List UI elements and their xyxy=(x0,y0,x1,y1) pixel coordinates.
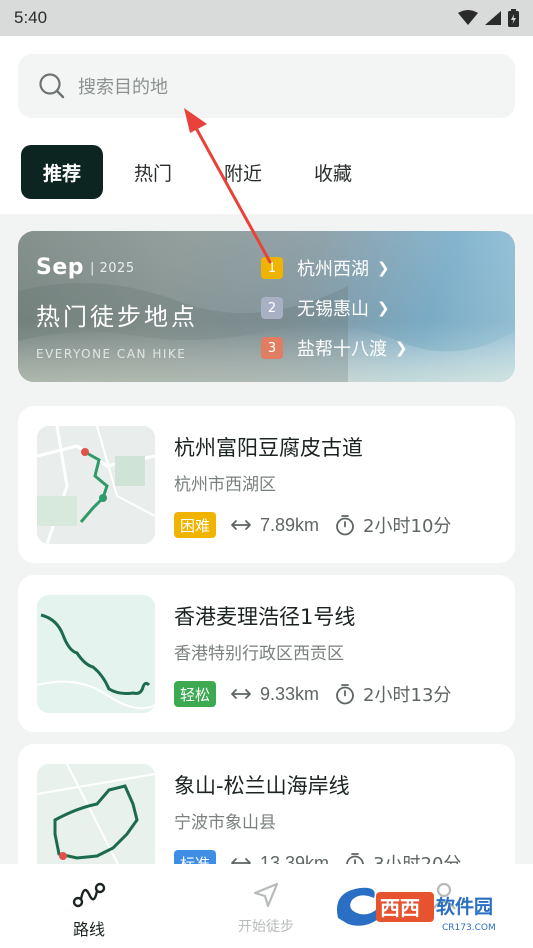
chevron-right-icon: ❯ xyxy=(377,259,390,277)
route-icon xyxy=(72,880,106,910)
ranking-name: 盐帮十八渡 xyxy=(297,339,387,360)
route-card[interactable]: 杭州富阳豆腐皮古道 杭州市西湖区 困难 7.89km 2小时10分 xyxy=(18,406,515,563)
route-card[interactable]: 香港麦理浩径1号线 香港特别行政区西贡区 轻松 9.33km 2小时13分 xyxy=(18,575,515,732)
svg-text:软件园: 软件园 xyxy=(436,895,493,918)
nav-item-routes[interactable]: 路线 xyxy=(34,864,144,948)
route-meta: 轻松 9.33km 2小时13分 xyxy=(174,681,451,707)
route-distance-value: 7.89km xyxy=(260,514,320,535)
cell-signal-icon xyxy=(485,11,501,25)
stopwatch-icon xyxy=(336,515,354,536)
category-tabs: 推荐 热门 附近 收藏 xyxy=(21,145,383,199)
svg-text:CR173.COM: CR173.COM xyxy=(442,923,496,933)
route-map-thumbnail xyxy=(37,595,155,713)
status-time: 5:40 xyxy=(14,8,48,27)
tab-nearby[interactable]: 附近 xyxy=(203,145,283,199)
route-duration: 2小时10分 xyxy=(335,512,451,538)
chevron-right-icon: ❯ xyxy=(395,339,408,357)
stopwatch-icon xyxy=(336,684,354,705)
nav-label: 开始徒步 xyxy=(238,919,294,935)
battery-icon xyxy=(508,9,519,27)
banner-year: | 2025 xyxy=(90,261,135,276)
banner-slogan: EVERYONE CAN HIKE xyxy=(36,347,187,361)
ranking-name: 无锡惠山 xyxy=(297,299,369,320)
tab-favorites[interactable]: 收藏 xyxy=(283,145,383,199)
route-title: 香港麦理浩径1号线 xyxy=(174,605,356,629)
tab-recommended[interactable]: 推荐 xyxy=(21,145,103,199)
rank-badge: 2 xyxy=(261,297,283,319)
rank-badge: 3 xyxy=(261,337,283,359)
search-input[interactable]: 搜索目的地 xyxy=(18,54,515,118)
status-bar: 5:40 xyxy=(0,0,533,36)
route-distance-value: 9.33km xyxy=(260,683,320,704)
svg-text:西西: 西西 xyxy=(380,896,420,920)
route-distance: 7.89km xyxy=(230,515,319,536)
search-icon xyxy=(39,73,65,99)
route-duration-value: 2小时13分 xyxy=(363,685,452,706)
banner-title: 热门徒步地点 xyxy=(36,303,198,331)
route-distance: 9.33km xyxy=(230,684,319,705)
route-duration-value: 2小时10分 xyxy=(363,516,452,537)
route-title: 杭州富阳豆腐皮古道 xyxy=(174,436,363,460)
route-location: 宁波市象山县 xyxy=(174,813,276,833)
distance-icon xyxy=(231,520,251,530)
header-area: 搜索目的地 推荐 热门 附近 收藏 xyxy=(0,36,533,214)
tab-popular[interactable]: 热门 xyxy=(103,145,203,199)
route-location: 香港特别行政区西贡区 xyxy=(174,644,344,664)
route-location: 杭州市西湖区 xyxy=(174,475,276,495)
navigation-arrow-icon xyxy=(251,880,281,910)
ranking-item-2[interactable]: 2 无锡惠山 ❯ xyxy=(261,296,390,320)
nav-item-start-hike[interactable]: 开始徒步 xyxy=(211,864,321,948)
difficulty-badge: 困难 xyxy=(174,512,217,538)
route-duration: 2小时13分 xyxy=(335,681,451,707)
watermark-logo: 西西 软件园 CR173.COM xyxy=(330,878,530,938)
wifi-icon xyxy=(458,10,478,25)
search-placeholder: 搜索目的地 xyxy=(78,77,168,98)
ranking-name: 杭州西湖 xyxy=(297,259,369,280)
ranking-item-1[interactable]: 1 杭州西湖 ❯ xyxy=(261,256,390,280)
banner-month: Sep xyxy=(36,255,85,280)
chevron-right-icon: ❯ xyxy=(377,299,390,317)
hot-spots-banner[interactable]: Sep | 2025 热门徒步地点 EVERYONE CAN HIKE 1 杭州… xyxy=(18,231,515,382)
status-icons xyxy=(458,9,519,27)
nav-label: 路线 xyxy=(72,920,105,939)
route-title: 象山-松兰山海岸线 xyxy=(174,774,350,798)
distance-icon xyxy=(231,689,251,699)
ranking-item-3[interactable]: 3 盐帮十八渡 ❯ xyxy=(261,336,408,360)
rank-badge: 1 xyxy=(261,257,283,279)
route-map-thumbnail xyxy=(37,426,155,544)
difficulty-badge: 轻松 xyxy=(174,681,217,707)
route-meta: 困难 7.89km 2小时10分 xyxy=(174,512,451,538)
